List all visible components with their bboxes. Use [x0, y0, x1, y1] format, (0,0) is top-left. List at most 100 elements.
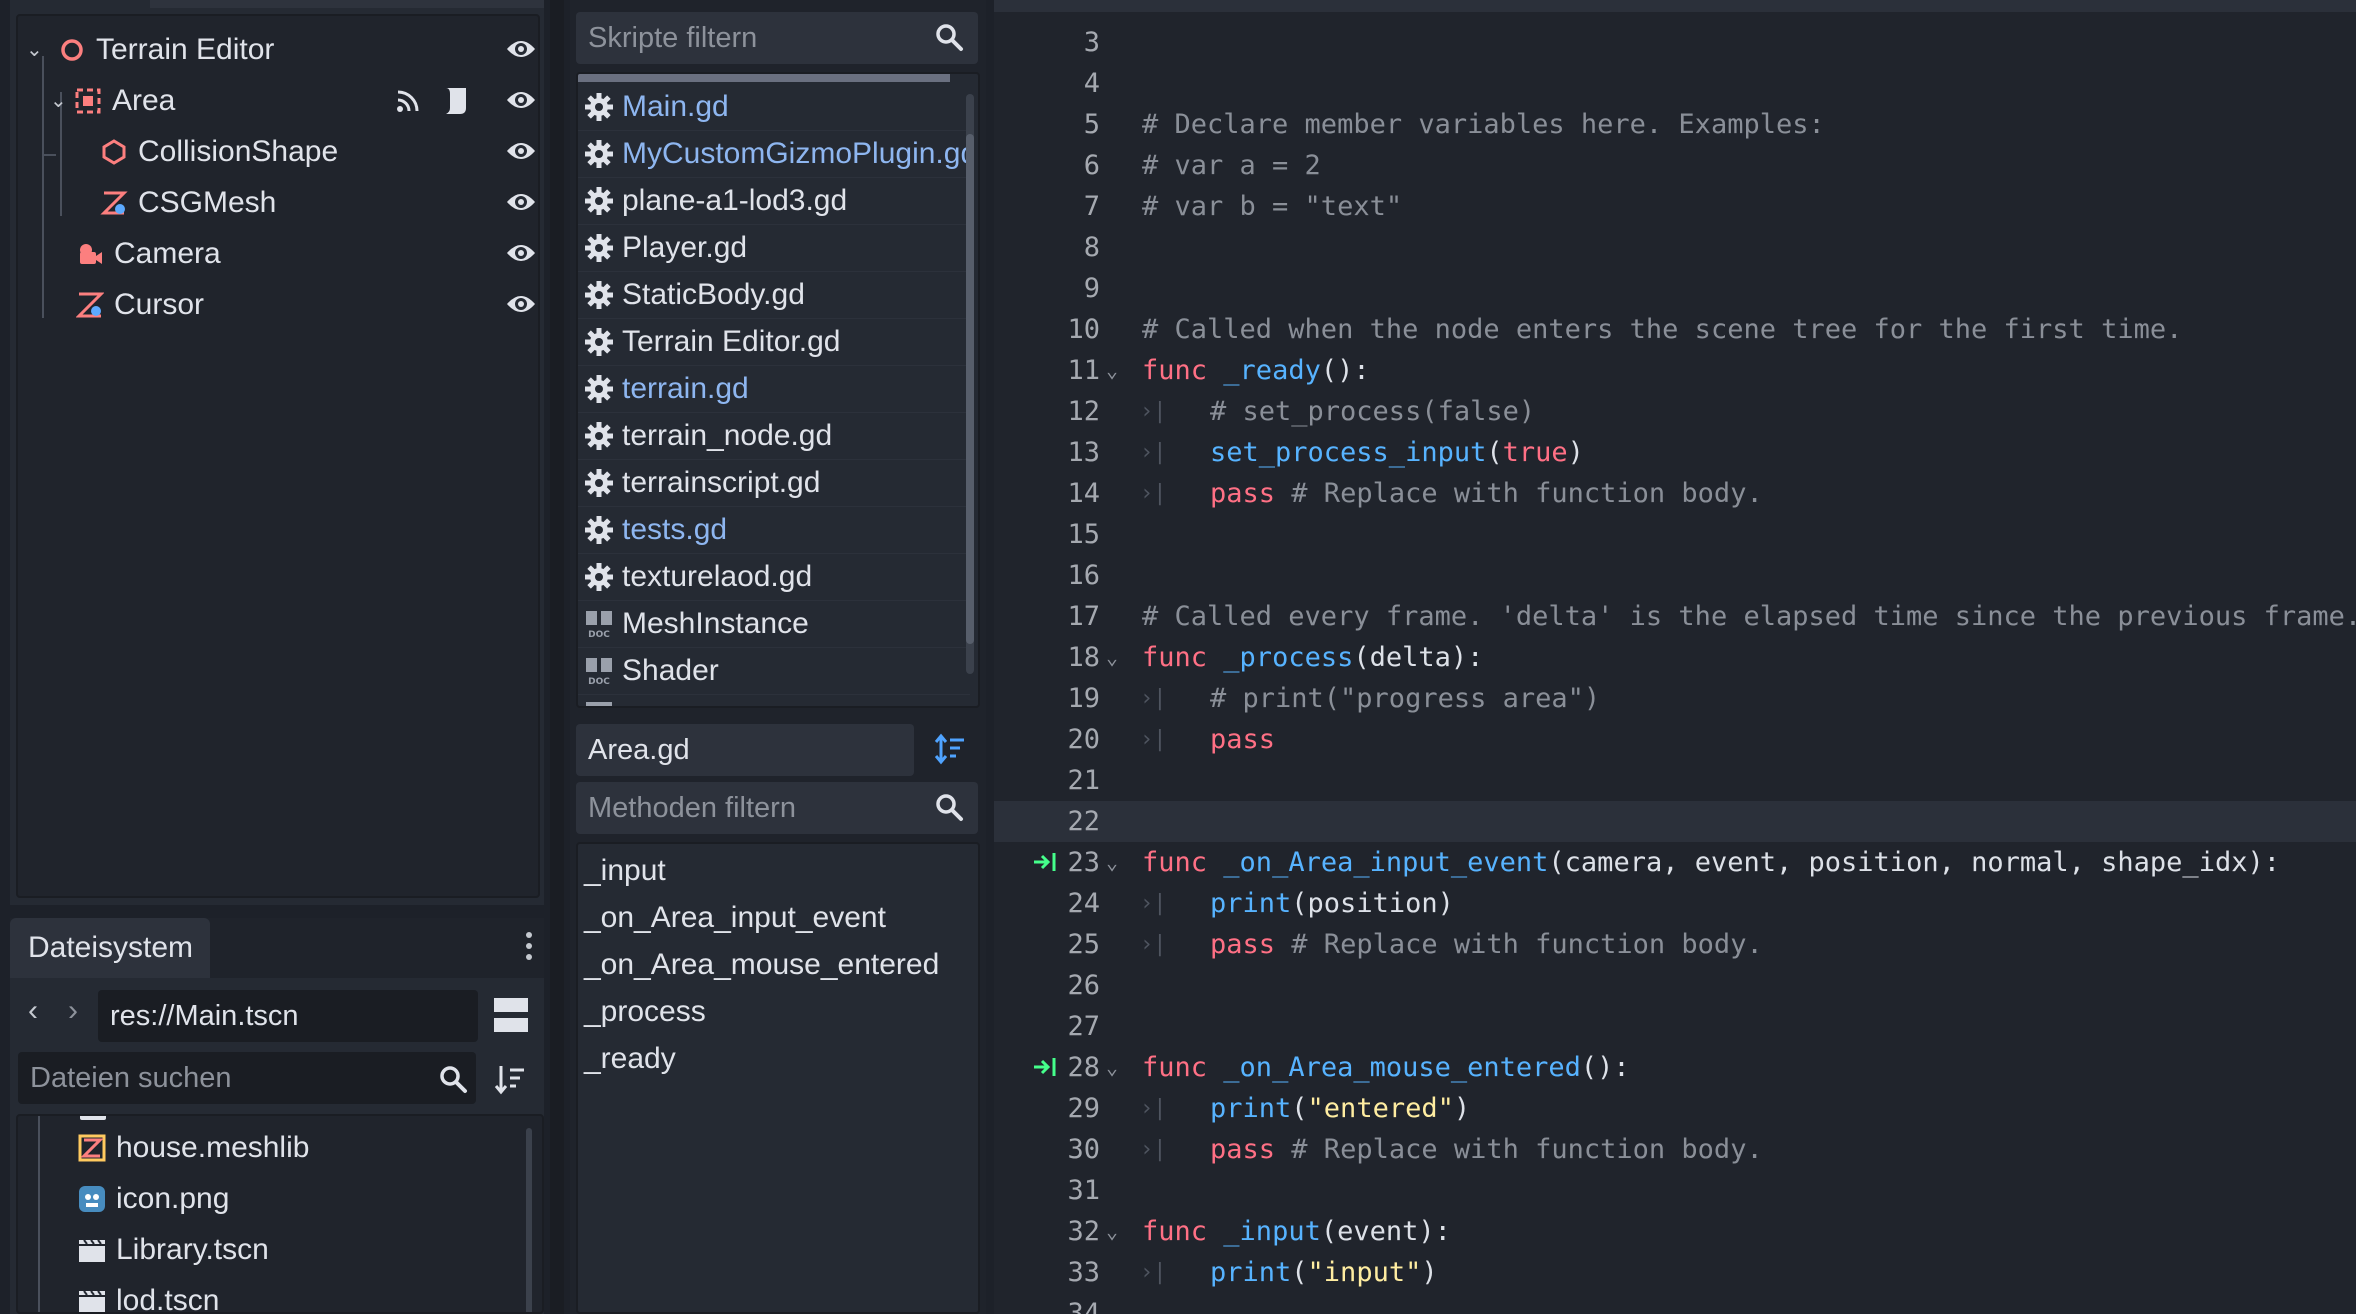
visibility-eye-icon[interactable] — [505, 290, 537, 318]
code-line[interactable]: 31 — [994, 1170, 2356, 1211]
dock-splitter[interactable] — [550, 0, 564, 1314]
selected-script-clipped[interactable] — [578, 74, 950, 82]
spatial-node-icon — [61, 38, 83, 61]
tree-node-terrain-editor[interactable]: ⌄ Terrain Editor — [18, 24, 538, 75]
file-item[interactable]: icon.png — [18, 1173, 229, 1224]
script-item[interactable]: terrainscript.gd — [578, 460, 970, 507]
file-item[interactable]: lod.tscn — [18, 1275, 219, 1312]
code-line[interactable]: 29 ›| print("entered") — [994, 1088, 2356, 1129]
file-list[interactable]: house.meshlib icon.png Library.tscn lod.… — [16, 1114, 544, 1314]
tree-node-cursor[interactable]: Cursor — [18, 279, 538, 330]
code-line[interactable]: 21 — [994, 760, 2356, 801]
script-item[interactable]: tests.gd — [578, 507, 970, 554]
script-item[interactable]: DOC Shader — [578, 648, 970, 695]
tree-node-camera[interactable]: Camera — [18, 228, 538, 279]
collapse-arrow-icon[interactable]: ⌄ — [50, 88, 68, 113]
code-editor[interactable]: 3 4 5 # Declare member variables here. Exam… — [994, 0, 2356, 1314]
code-line[interactable]: 30 ›| pass # Replace with function body. — [994, 1129, 2356, 1170]
sort-methods-icon[interactable] — [934, 732, 966, 766]
scene-tree[interactable]: ⌄ Terrain Editor ⌄ Area CollisionShape C… — [16, 14, 540, 898]
tree-node-csgmesh[interactable]: CSGMesh — [18, 177, 538, 228]
visibility-eye-icon[interactable] — [505, 137, 537, 165]
code-line[interactable]: 4 — [994, 63, 2356, 104]
collapse-arrow-icon[interactable]: ⌄ — [26, 37, 44, 62]
code-line[interactable]: 15 — [994, 514, 2356, 555]
code-line[interactable]: 12 ›| # set_process(false) — [994, 391, 2356, 432]
code-line[interactable]: 14 ›| pass # Replace with function body. — [994, 473, 2356, 514]
code-line[interactable]: 25 ›| pass # Replace with function body. — [994, 924, 2356, 965]
tab-dateisystem[interactable]: Dateisystem — [10, 918, 210, 978]
code-line[interactable]: 33 ›| print("input") — [994, 1252, 2356, 1293]
script-item[interactable]: Terrain Editor.gd — [578, 319, 970, 366]
file-item[interactable]: house.meshlib — [18, 1122, 309, 1173]
file-item[interactable]: Library.tscn — [18, 1224, 269, 1275]
file-search-input[interactable]: Dateien suchen — [18, 1052, 476, 1104]
fold-arrow-icon[interactable]: ⌄ — [1106, 350, 1118, 391]
code-line[interactable]: 18 ⌄ func _process(delta): — [994, 637, 2356, 678]
method-item[interactable]: _on_Area_mouse_entered — [584, 948, 939, 982]
code-line[interactable]: 11 ⌄ func _ready(): — [994, 350, 2356, 391]
fold-arrow-icon[interactable]: ⌄ — [1106, 637, 1118, 678]
forward-arrow-icon[interactable]: › — [68, 994, 78, 1028]
code-line[interactable]: 13 ›| set_process_input(true) — [994, 432, 2356, 473]
code-line[interactable]: 19 ›| # print("progress area") — [994, 678, 2356, 719]
code-line[interactable]: 9 — [994, 268, 2356, 309]
script-item[interactable]: Main.gd — [578, 84, 970, 131]
method-item[interactable]: _input — [584, 854, 666, 888]
fold-arrow-icon[interactable]: ⌄ — [1106, 1047, 1118, 1088]
method-filter-input[interactable]: Methoden filtern — [576, 782, 978, 834]
script-item[interactable]: DOC MeshInstance — [578, 601, 970, 648]
tree-node-collisionshape[interactable]: CollisionShape — [18, 126, 538, 177]
code-line[interactable]: 17 # Called every frame. 'delta' is the e… — [994, 596, 2356, 637]
script-list-scrollbar[interactable] — [966, 94, 974, 674]
path-field[interactable]: res://Main.tscn — [98, 990, 478, 1042]
code-line[interactable]: 7 # var b = "text" — [994, 186, 2356, 227]
method-item[interactable]: _on_Area_input_event — [584, 901, 886, 935]
visibility-eye-icon[interactable] — [505, 239, 537, 267]
code-line[interactable]: 32 ⌄ func _input(event): — [994, 1211, 2356, 1252]
tree-node-area[interactable]: ⌄ Area — [18, 75, 538, 126]
script-icon[interactable] — [442, 86, 470, 116]
code-line[interactable]: 22 — [994, 801, 2356, 842]
file-list-scrollbar[interactable] — [526, 1128, 532, 1312]
sort-icon[interactable] — [494, 1062, 526, 1096]
method-item[interactable]: _process — [584, 995, 706, 1029]
code-line[interactable]: 16 — [994, 555, 2356, 596]
script-item[interactable]: terrain.gd — [578, 366, 970, 413]
fold-arrow-icon[interactable]: ⌄ — [1106, 1211, 1118, 1252]
script-item[interactable]: texturelaod.gd — [578, 554, 970, 601]
visibility-eye-icon[interactable] — [505, 188, 537, 216]
back-arrow-icon[interactable]: ‹ — [28, 994, 38, 1028]
code-line[interactable]: 8 — [994, 227, 2356, 268]
code-line[interactable]: 28 ⌄ func _on_Area_mouse_entered(): — [994, 1047, 2356, 1088]
script-filter-input[interactable]: Skripte filtern — [576, 12, 978, 64]
visibility-eye-icon[interactable] — [505, 86, 537, 114]
method-list[interactable]: _input _on_Area_input_event _on_Area_mou… — [576, 842, 980, 1314]
signal-connection-icon[interactable] — [1032, 1055, 1058, 1079]
script-item[interactable]: terrain_node.gd — [578, 413, 970, 460]
line-number: 22 — [1067, 806, 1100, 837]
script-item[interactable]: plane-a1-lod3.gd — [578, 178, 970, 225]
code-line[interactable]: 24 ›| print(position) — [994, 883, 2356, 924]
signal-icon[interactable] — [395, 88, 421, 114]
mesh-instance-icon — [76, 292, 104, 317]
code-line[interactable]: 10 # Called when the node enters the scen… — [994, 309, 2356, 350]
script-item[interactable]: Player.gd — [578, 225, 970, 272]
signal-connection-icon[interactable] — [1032, 850, 1058, 874]
code-line[interactable]: 23 ⌄ func _on_Area_input_event(camera, eve… — [994, 842, 2356, 883]
script-item[interactable]: StaticBody.gd — [578, 272, 970, 319]
code-line[interactable]: 20 ›| pass — [994, 719, 2356, 760]
code-line[interactable]: 5 # Declare member variables here. Exampl… — [994, 104, 2356, 145]
visibility-eye-icon[interactable] — [505, 35, 537, 63]
script-list[interactable]: Main.gd MyCustomGizmoPlugin.gd plane-a1-lo… — [576, 72, 980, 708]
code-line[interactable]: 26 — [994, 965, 2356, 1006]
split-view-icon[interactable] — [494, 998, 528, 1032]
script-item[interactable]: MyCustomGizmoPlugin.gd — [578, 131, 970, 178]
method-item[interactable]: _ready — [584, 1042, 676, 1076]
code-line[interactable]: 3 — [994, 22, 2356, 63]
code-line[interactable]: 27 — [994, 1006, 2356, 1047]
dock-menu-icon[interactable] — [526, 932, 532, 968]
code-line[interactable]: 34 — [994, 1293, 2356, 1314]
code-line[interactable]: 6 # var a = 2 — [994, 145, 2356, 186]
fold-arrow-icon[interactable]: ⌄ — [1106, 842, 1118, 883]
